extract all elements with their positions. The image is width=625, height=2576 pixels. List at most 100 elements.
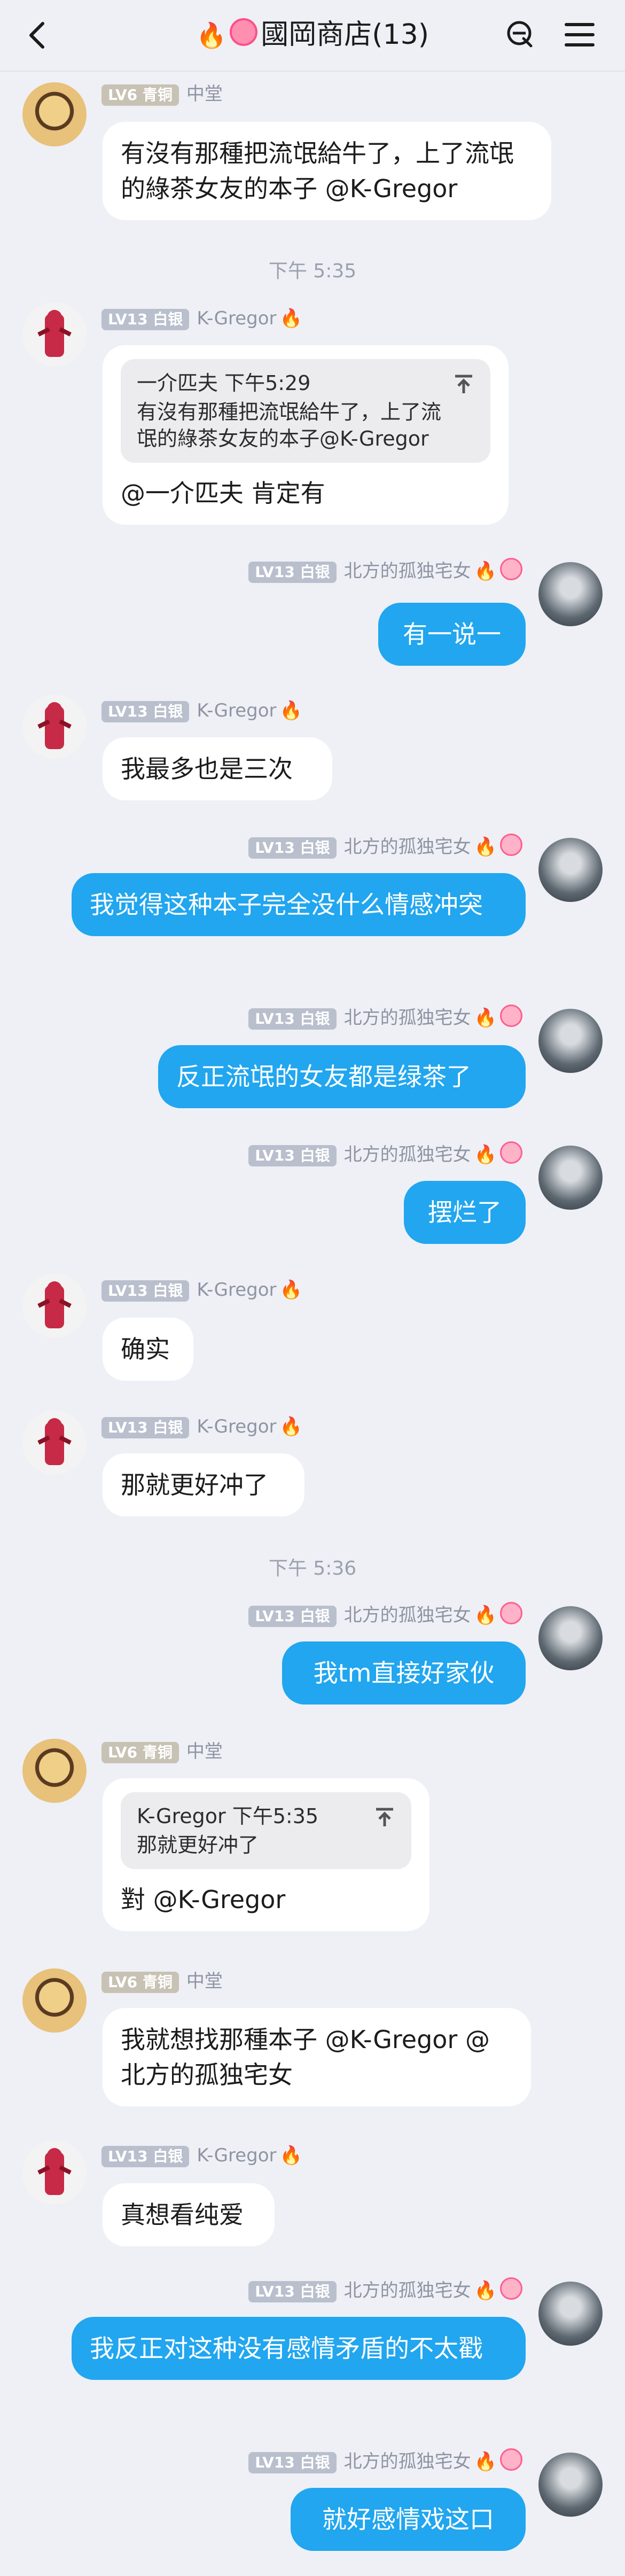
avatar-k-gregor[interactable]: [22, 1411, 87, 1475]
sender-name: K-Gregor: [197, 1279, 277, 1301]
avatar-zhongtang[interactable]: [22, 1968, 87, 2033]
quote-text: 那就更好冲了: [137, 1833, 259, 1857]
message-text: @一介匹夫 肯定有: [121, 479, 325, 508]
message-bubble[interactable]: K-Gregor 下午5:35 那就更好冲了 對 @K-Gregor: [103, 1778, 429, 1931]
quoted-message[interactable]: 一介匹夫 下午5:29 有沒有那種把流氓給牛了，上了流氓的綠茶女友的本子@K-G…: [121, 359, 490, 463]
sender-meta: LV13 白银 K-Gregor 🔥: [101, 2143, 302, 2168]
level-badge: LV13 白银: [101, 1417, 190, 1438]
message-bubble[interactable]: 我反正对这种没有感情矛盾的不太戳: [72, 2317, 526, 2380]
message-bubble[interactable]: 我觉得这种本子完全没什么情感冲突: [72, 873, 526, 936]
sender-meta: LV6 青铜 中堂: [101, 1968, 223, 1994]
message-bubble[interactable]: 就好感情戏这口: [291, 2488, 526, 2551]
jump-to-message-icon[interactable]: [452, 373, 475, 396]
sender-meta: LV13 白银 北方的孤独宅女 🔥: [248, 558, 522, 584]
avatar-me[interactable]: [538, 562, 603, 626]
fire-icon: 🔥: [474, 2451, 497, 2472]
sender-name: 北方的孤独宅女: [343, 2451, 471, 2472]
fire-icon: 🔥: [279, 308, 302, 329]
level-badge: LV13 白银: [248, 1606, 337, 1627]
sender-name: K-Gregor: [197, 700, 277, 721]
sender-meta: LV13 白银 北方的孤独宅女 🔥: [248, 2277, 522, 2303]
smile-badge-icon: [500, 2448, 522, 2471]
sender-name: 中堂: [186, 83, 223, 105]
group-name: 國岡商店(13): [261, 19, 429, 51]
fire-icon: 🔥: [474, 836, 497, 858]
sender-name: 中堂: [186, 1741, 223, 1762]
smile-badge-icon: [500, 558, 522, 580]
avatar-me[interactable]: [538, 1146, 603, 1210]
timestamp: 下午 5:35: [268, 260, 357, 282]
sender-name: 北方的孤独宅女: [343, 1007, 471, 1029]
avatar-me[interactable]: [538, 838, 603, 902]
sender-meta: LV13 白银 北方的孤独宅女 🔥: [248, 1602, 522, 1628]
sender-meta: LV13 白银 K-Gregor 🔥: [101, 1277, 302, 1303]
message-bubble[interactable]: 一介匹夫 下午5:29 有沒有那種把流氓給牛了，上了流氓的綠茶女友的本子@K-G…: [103, 345, 509, 525]
avatar-k-gregor[interactable]: [22, 1274, 87, 1338]
fire-icon: 🔥: [279, 1416, 302, 1437]
chat-header: 🔥 國岡商店(13): [0, 0, 625, 72]
level-badge: LV13 白银: [101, 1280, 190, 1302]
sender-meta: LV13 白银 K-Gregor 🔥: [101, 1414, 302, 1439]
level-badge: LV13 白银: [248, 2281, 337, 2302]
message-bubble[interactable]: 我tm直接好家伙: [282, 1641, 526, 1705]
avatar-me[interactable]: [538, 1009, 603, 1073]
sender-name: 北方的孤独宅女: [343, 2280, 471, 2301]
avatar-zhongtang[interactable]: [22, 1739, 87, 1803]
level-badge: LV6 青铜: [101, 1972, 179, 1993]
quote-header: 一介匹夫 下午5:29: [137, 371, 311, 395]
level-badge: LV13 白银: [248, 2452, 337, 2473]
sender-meta: LV13 白银 北方的孤独宅女 🔥: [248, 834, 522, 860]
avatar-k-gregor[interactable]: [22, 2141, 87, 2205]
timestamp: 下午 5:36: [268, 1558, 357, 1579]
level-badge: LV13 白银: [248, 1008, 337, 1030]
message-bubble[interactable]: 我就想找那種本子 @K-Gregor @北方的孤独宅女: [103, 2008, 531, 2106]
fire-icon: 🔥: [279, 2145, 302, 2166]
level-badge: LV13 白银: [101, 2146, 190, 2167]
smile-badge-icon: [500, 2277, 522, 2300]
message-bubble[interactable]: 有一说一: [378, 603, 526, 666]
message-bubble[interactable]: 我最多也是三次: [103, 737, 332, 800]
menu-icon[interactable]: [561, 16, 598, 53]
level-badge: LV13 白银: [101, 701, 190, 722]
message-bubble[interactable]: 反正流氓的女友都是绿茶了: [158, 1045, 526, 1108]
message-bubble[interactable]: 确实: [103, 1318, 193, 1381]
message-bubble[interactable]: 摆烂了: [404, 1181, 526, 1244]
fire-icon: 🔥: [474, 1144, 497, 1165]
sender-meta: LV13 白银 K-Gregor 🔥: [101, 698, 302, 723]
smile-badge-icon: [500, 1005, 522, 1027]
message-text: 對 @K-Gregor: [121, 1885, 286, 1914]
sender-name: K-Gregor: [197, 1416, 277, 1437]
sender-meta: LV13 白银 K-Gregor 🔥: [101, 306, 302, 331]
fire-icon: 🔥: [474, 1605, 497, 1626]
avatar-k-gregor[interactable]: [22, 302, 87, 367]
fire-icon: 🔥: [474, 2280, 497, 2301]
avatar-k-gregor[interactable]: [22, 695, 87, 759]
level-badge: LV13 白银: [101, 309, 190, 330]
sender-meta: LV13 白银 北方的孤独宅女 🔥: [248, 1005, 522, 1031]
jump-to-message-icon[interactable]: [373, 1806, 396, 1830]
smile-badge-icon: [500, 834, 522, 856]
sender-name: 中堂: [186, 1971, 223, 1992]
sender-meta: LV6 青铜 中堂: [101, 1739, 223, 1764]
group-settings-icon[interactable]: [502, 16, 540, 53]
level-badge: LV13 白银: [248, 562, 337, 583]
level-badge: LV13 白银: [248, 1145, 337, 1166]
fire-icon: 🔥: [279, 700, 302, 721]
avatar-me[interactable]: [538, 2453, 603, 2517]
quoted-message[interactable]: K-Gregor 下午5:35 那就更好冲了: [121, 1792, 411, 1869]
avatar-me[interactable]: [538, 2282, 603, 2346]
avatar-me[interactable]: [538, 1606, 603, 1670]
quote-text: 有沒有那種把流氓給牛了，上了流氓的綠茶女友的本子@K-Gregor: [137, 400, 442, 450]
message-bubble[interactable]: 真想看纯爱: [103, 2183, 275, 2246]
smile-badge-icon: [500, 1602, 522, 1624]
message-bubble[interactable]: 有沒有那種把流氓給牛了，上了流氓的綠茶女友的本子 @K-Gregor: [103, 122, 551, 220]
level-badge: LV13 白银: [248, 837, 337, 859]
sender-meta: LV6 青铜 中堂: [101, 81, 223, 107]
sender-name: K-Gregor: [197, 2145, 277, 2166]
message-bubble[interactable]: 那就更好冲了: [103, 1453, 304, 1516]
smile-badge-icon: [230, 18, 258, 46]
avatar-zhongtang[interactable]: [22, 82, 87, 146]
sender-meta: LV13 白银 北方的孤独宅女 🔥: [248, 1141, 522, 1168]
sender-meta: LV13 白银 北方的孤独宅女 🔥: [248, 2448, 522, 2474]
level-badge: LV6 青铜: [101, 84, 179, 106]
